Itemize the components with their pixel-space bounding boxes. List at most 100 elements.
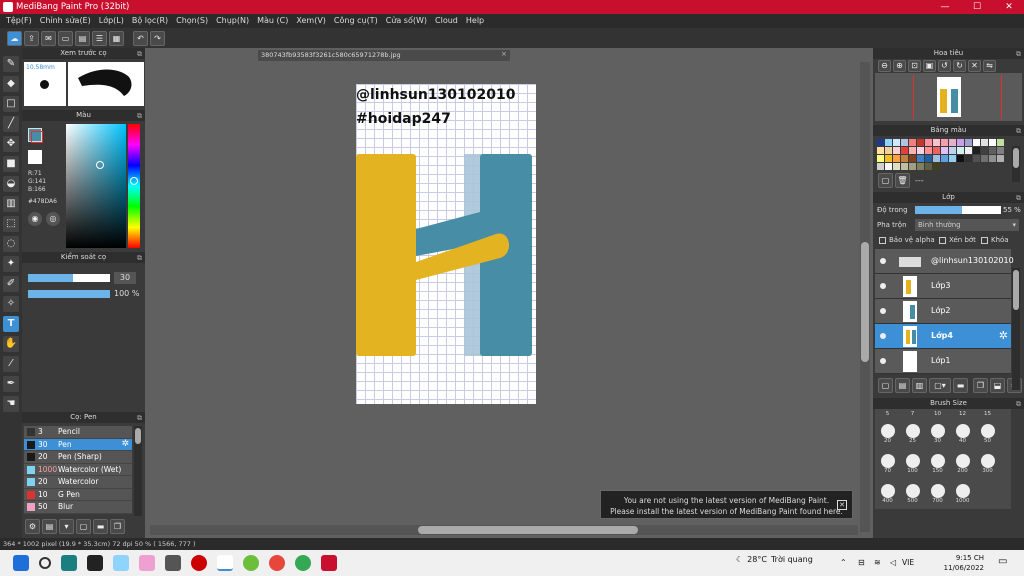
palette-swatch[interactable] — [964, 138, 972, 146]
zoom-out-icon[interactable]: ⊖ — [878, 60, 891, 72]
update-notification[interactable]: You are not using the latest version of … — [600, 490, 853, 519]
record-icon[interactable] — [191, 555, 207, 571]
brush-size-option[interactable]: 1000 — [950, 484, 975, 504]
layer-scrollbar[interactable] — [1012, 268, 1020, 390]
brush-size-slider[interactable] — [28, 274, 110, 282]
palette-swatch[interactable] — [932, 138, 940, 146]
layer-row-selected[interactable]: Lớp4 ✲ — [875, 324, 1011, 349]
eyedrop-small-icon[interactable]: ◎ — [46, 212, 60, 226]
brush-item[interactable]: 20 Pen (Sharp) — [24, 451, 132, 464]
protect-alpha-checkbox[interactable] — [879, 237, 886, 244]
duplicate-icon[interactable]: ❐ — [110, 518, 125, 534]
blend-mode-select[interactable]: Bình thường ▾ — [915, 219, 1019, 231]
chrome-icon[interactable] — [295, 555, 311, 571]
palette-swatch[interactable] — [924, 138, 932, 146]
brush-menu-icon[interactable]: ▾ — [59, 518, 74, 534]
palette-swatch[interactable] — [948, 138, 956, 146]
reset-icon[interactable]: ✕ — [968, 60, 981, 72]
undo-icon[interactable]: ↶ — [133, 30, 148, 46]
grid-icon[interactable]: ▦ — [109, 30, 124, 46]
palette-swatch[interactable] — [908, 162, 916, 170]
menu-cloud[interactable]: Cloud — [435, 14, 458, 28]
menu-filter[interactable]: Bộ lọc(R) — [132, 14, 168, 28]
palette-swatch[interactable] — [980, 138, 988, 146]
rectangle-tool-icon[interactable]: □ — [3, 96, 19, 112]
brush-size-option[interactable]: 5 — [875, 411, 900, 417]
palette-swatch[interactable] — [884, 162, 892, 170]
palette-swatch[interactable] — [988, 146, 996, 154]
pin-icon[interactable]: ⧉ — [137, 253, 142, 264]
chrome-icon[interactable] — [217, 555, 233, 571]
brush-opacity-slider[interactable] — [28, 290, 110, 298]
language-indicator[interactable]: VIE — [902, 558, 914, 567]
add-brush-icon[interactable]: ⚙ — [25, 518, 40, 534]
brush-size-option[interactable]: 10 — [925, 411, 950, 417]
clipping-checkbox[interactable] — [939, 237, 946, 244]
close-button[interactable]: ✕ — [994, 0, 1024, 14]
palette-swatch[interactable] — [996, 138, 1004, 146]
palette-swatch[interactable] — [956, 146, 964, 154]
palette-swatch[interactable] — [900, 154, 908, 162]
rotate-left-icon[interactable]: ↺ — [938, 60, 951, 72]
palette-swatch[interactable] — [892, 154, 900, 162]
palette-swatch[interactable] — [972, 154, 980, 162]
folder-icon[interactable]: ▬ — [93, 518, 108, 534]
palette-swatch[interactable] — [916, 146, 924, 154]
fill-rect-tool-icon[interactable]: ■ — [3, 156, 19, 172]
palette-swatch[interactable] — [948, 154, 956, 162]
hue-cursor[interactable] — [130, 177, 138, 185]
pen-nib-icon[interactable]: ✒ — [3, 376, 19, 392]
duplicate-layer-icon[interactable]: ❐ — [973, 377, 988, 393]
palette-swatch[interactable] — [876, 146, 884, 154]
eye-icon[interactable] — [880, 308, 886, 314]
clock[interactable]: 9:15 CH 11/06/2022 — [940, 553, 984, 573]
select-eraser-icon[interactable]: ✧ — [3, 296, 19, 312]
eye-icon[interactable] — [880, 258, 886, 264]
palette-swatch[interactable] — [908, 138, 916, 146]
menu-select[interactable]: Chọn(S) — [176, 14, 208, 28]
pin-icon[interactable]: ⧉ — [1016, 49, 1021, 60]
palette-swatch[interactable] — [972, 138, 980, 146]
palette-swatch[interactable] — [988, 138, 996, 146]
line-tool-icon[interactable]: ╱ — [3, 116, 19, 132]
menu-view[interactable]: Xem(V) — [296, 14, 326, 28]
redo-icon[interactable]: ↷ — [150, 30, 165, 46]
actual-size-icon[interactable]: ▣ — [923, 60, 936, 72]
merge-layer-icon[interactable]: ⬓ — [990, 377, 1005, 393]
palette-swatch[interactable] — [932, 154, 940, 162]
brush-item[interactable]: 20 Watercolor — [24, 476, 132, 489]
brush-size-option[interactable]: 70 — [875, 454, 900, 474]
brush-size-option[interactable]: 300 — [975, 454, 1000, 474]
brush-size-option[interactable]: 40 — [950, 424, 975, 444]
palette-swatch[interactable] — [900, 138, 908, 146]
brush-size-value[interactable]: 30 — [114, 272, 136, 284]
palette-swatch[interactable] — [908, 154, 916, 162]
palette-swatch[interactable] — [940, 154, 948, 162]
text-tool-icon[interactable]: T — [3, 316, 19, 332]
palette-swatch[interactable] — [988, 154, 996, 162]
pin-icon[interactable]: ⧉ — [1016, 399, 1021, 410]
palette-scrollbar[interactable] — [1012, 146, 1020, 182]
app-shortcut-icon[interactable] — [139, 555, 155, 571]
operation-tool-icon[interactable]: ✋ — [3, 336, 19, 352]
palette-swatch[interactable] — [892, 146, 900, 154]
palette-swatch[interactable] — [900, 146, 908, 154]
palette-swatch[interactable] — [980, 154, 988, 162]
menu-help[interactable]: Help — [466, 14, 484, 28]
notification-close-icon[interactable]: ✕ — [837, 500, 847, 510]
brush-size-option[interactable]: 30 — [925, 424, 950, 444]
eyedropper-icon[interactable]: ⁄ — [3, 356, 19, 372]
brush-list-scrollbar[interactable] — [134, 426, 142, 516]
network-icon[interactable]: ⊟ — [858, 558, 865, 567]
app-shortcut-icon[interactable] — [61, 555, 77, 571]
app-shortcut-icon[interactable] — [113, 555, 129, 571]
maximize-button[interactable]: ☐ — [962, 0, 992, 14]
document-canvas[interactable]: @linhsun130102010 #hoidap247 — [356, 84, 536, 404]
brush-item[interactable]: 50 Blur — [24, 501, 132, 514]
palette-swatch[interactable] — [972, 146, 980, 154]
document-icon[interactable]: ▤ — [75, 30, 90, 46]
menu-layer[interactable]: Lớp(L) — [99, 14, 124, 28]
fit-icon[interactable]: ⊡ — [908, 60, 921, 72]
lock-checkbox[interactable] — [981, 237, 988, 244]
palette-swatch[interactable] — [876, 162, 884, 170]
